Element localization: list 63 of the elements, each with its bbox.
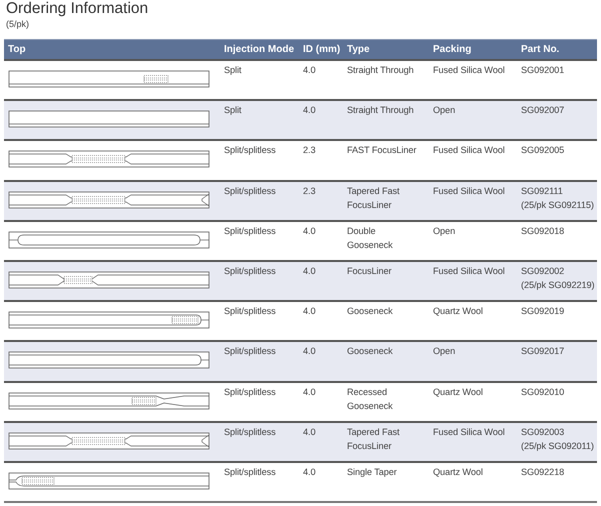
table-cell-text: Split/splitless xyxy=(223,184,277,198)
table-cell-text: Quartz Wool xyxy=(432,386,484,399)
column-header: Top xyxy=(7,44,27,55)
table-cell-text: Split/splitless xyxy=(223,426,277,439)
table-cell-text: Double Gooseneck xyxy=(346,224,394,252)
table-cell-text: Fused Silica Wool xyxy=(432,64,506,77)
table-cell-text: Split/splitless xyxy=(223,264,277,278)
table-cell-text: Open xyxy=(432,224,456,238)
table-cell-text: Straight Through xyxy=(346,64,415,77)
table-cell-text: 4.0 xyxy=(302,64,316,77)
table-cell-text: Split/splitless xyxy=(223,144,277,158)
table-cell-text: Split/splitless xyxy=(223,224,277,238)
table-cell-text: Fused Silica Wool xyxy=(432,426,506,439)
column-header: Packing xyxy=(432,44,472,55)
table-cell-text: 4.0 xyxy=(302,345,316,358)
table-cell-text: SG092218 xyxy=(520,466,566,479)
table-cell-text: Split/splitless xyxy=(223,345,277,358)
table-cell-text: Split xyxy=(223,64,242,77)
column-header: Part No. xyxy=(520,44,560,55)
table-cell-text: Quartz Wool xyxy=(432,466,484,479)
table-cell-text: Split/splitless xyxy=(223,386,277,399)
table-cell-text: SG092002 (25/pk SG092219) xyxy=(520,264,596,292)
table-cell-text: 2.3 xyxy=(302,144,316,158)
table-cell-text: Gooseneck xyxy=(346,305,394,318)
table-cell-text: Split/splitless xyxy=(223,305,277,318)
table-cell-text: Straight Through xyxy=(346,104,415,118)
table-cell-text: SG092111 (25/pk SG092115) xyxy=(520,184,595,212)
table-cell-text: Gooseneck xyxy=(346,345,394,358)
column-header: Injection Mode xyxy=(223,44,295,55)
table-cell-text: Open xyxy=(432,104,456,118)
table-cell-text: 4.0 xyxy=(302,104,316,118)
table-cell-text: 4.0 xyxy=(302,426,316,439)
table-cell-text: SG092005 xyxy=(520,144,566,158)
table-cell-text: Single Taper xyxy=(346,466,398,479)
table-cell-text: FAST FocusLiner xyxy=(346,144,418,158)
table-cell-text: SG092003 (25/pk SG092011) xyxy=(520,426,595,453)
table-cell-text: SG092017 xyxy=(520,345,566,358)
table-cell-text: Fused Silica Wool xyxy=(432,184,506,198)
pack-note: (5/pk) xyxy=(5,18,30,30)
table-cell-text: Fused Silica Wool xyxy=(432,144,506,158)
table-cell-text: 4.0 xyxy=(302,305,316,318)
table-cell-text: SG092001 xyxy=(520,64,566,77)
table-cell-text: Recessed Gooseneck xyxy=(346,386,394,412)
table-cell-text: 4.0 xyxy=(302,386,316,398)
table-cell-text: 4.0 xyxy=(302,264,316,278)
table-cell-text: Tapered Fast FocusLiner xyxy=(346,426,400,453)
table-cell-text: 4.0 xyxy=(302,466,316,479)
table-cell-text: Split xyxy=(223,104,242,118)
page-title: Ordering Information xyxy=(5,0,150,18)
table-cell-text: Split/splitless xyxy=(223,466,277,479)
table-cell-text: Open xyxy=(432,345,456,358)
table-cell-text: 4.0 xyxy=(302,224,316,238)
table-cell-text: FocusLiner xyxy=(346,264,392,278)
table-cell-text: SG092018 xyxy=(520,224,566,238)
table-cell-text: Fused Silica Wool xyxy=(432,264,506,278)
table-cell-text: SG092010 xyxy=(520,386,566,398)
column-header: ID (mm) xyxy=(302,44,342,55)
table-cell-text: SG092019 xyxy=(520,305,566,318)
table-cell-text: 2.3 xyxy=(302,184,316,198)
table-cell-text: SG092007 xyxy=(520,104,566,118)
column-header: Type xyxy=(346,44,371,55)
table-cell-text: Quartz Wool xyxy=(432,305,484,318)
table-cell-text: Tapered Fast FocusLiner xyxy=(346,184,400,212)
